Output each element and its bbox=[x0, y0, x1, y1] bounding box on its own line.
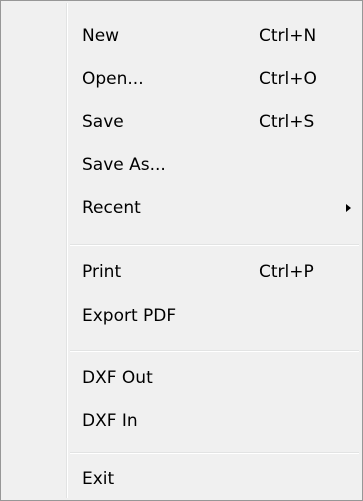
menu-item-export-pdf[interactable]: Export PDF bbox=[1, 294, 362, 338]
menu-separator bbox=[70, 244, 359, 246]
menu-item-label: Exit bbox=[82, 469, 115, 489]
menu-item-label: Save As... bbox=[82, 155, 166, 175]
menu-item-dxf-in[interactable]: DXF In bbox=[1, 399, 362, 443]
menu-item-shortcut: Ctrl+S bbox=[259, 112, 315, 132]
menu-item-shortcut: Ctrl+O bbox=[259, 69, 317, 89]
chevron-right-icon bbox=[346, 204, 351, 212]
menu-item-label: Recent bbox=[82, 198, 141, 218]
menu-separator bbox=[70, 350, 359, 352]
menu-item-label: Export PDF bbox=[82, 306, 177, 326]
menu-item-open[interactable]: Open... Ctrl+O bbox=[1, 57, 362, 101]
menu-item-save-as[interactable]: Save As... bbox=[1, 143, 362, 187]
menu-item-label: Print bbox=[82, 262, 122, 282]
menu-item-shortcut: Ctrl+N bbox=[259, 26, 317, 46]
menu-item-shortcut: Ctrl+P bbox=[259, 262, 314, 282]
menu-item-print[interactable]: Print Ctrl+P bbox=[1, 250, 362, 294]
menu-item-label: DXF In bbox=[82, 411, 138, 431]
menu-item-dxf-out[interactable]: DXF Out bbox=[1, 356, 362, 400]
menu-item-save[interactable]: Save Ctrl+S bbox=[1, 100, 362, 144]
menu-item-label: DXF Out bbox=[82, 368, 153, 388]
menu-separator bbox=[70, 452, 359, 454]
menu-item-new[interactable]: New Ctrl+N bbox=[1, 14, 362, 58]
file-context-menu: New Ctrl+N Open... Ctrl+O Save Ctrl+S Sa… bbox=[0, 0, 363, 501]
menu-item-exit[interactable]: Exit bbox=[1, 457, 362, 501]
menu-item-label: New bbox=[82, 26, 120, 46]
menu-item-label: Save bbox=[82, 112, 124, 132]
menu-item-recent[interactable]: Recent bbox=[1, 186, 362, 230]
menu-item-label: Open... bbox=[82, 69, 144, 89]
